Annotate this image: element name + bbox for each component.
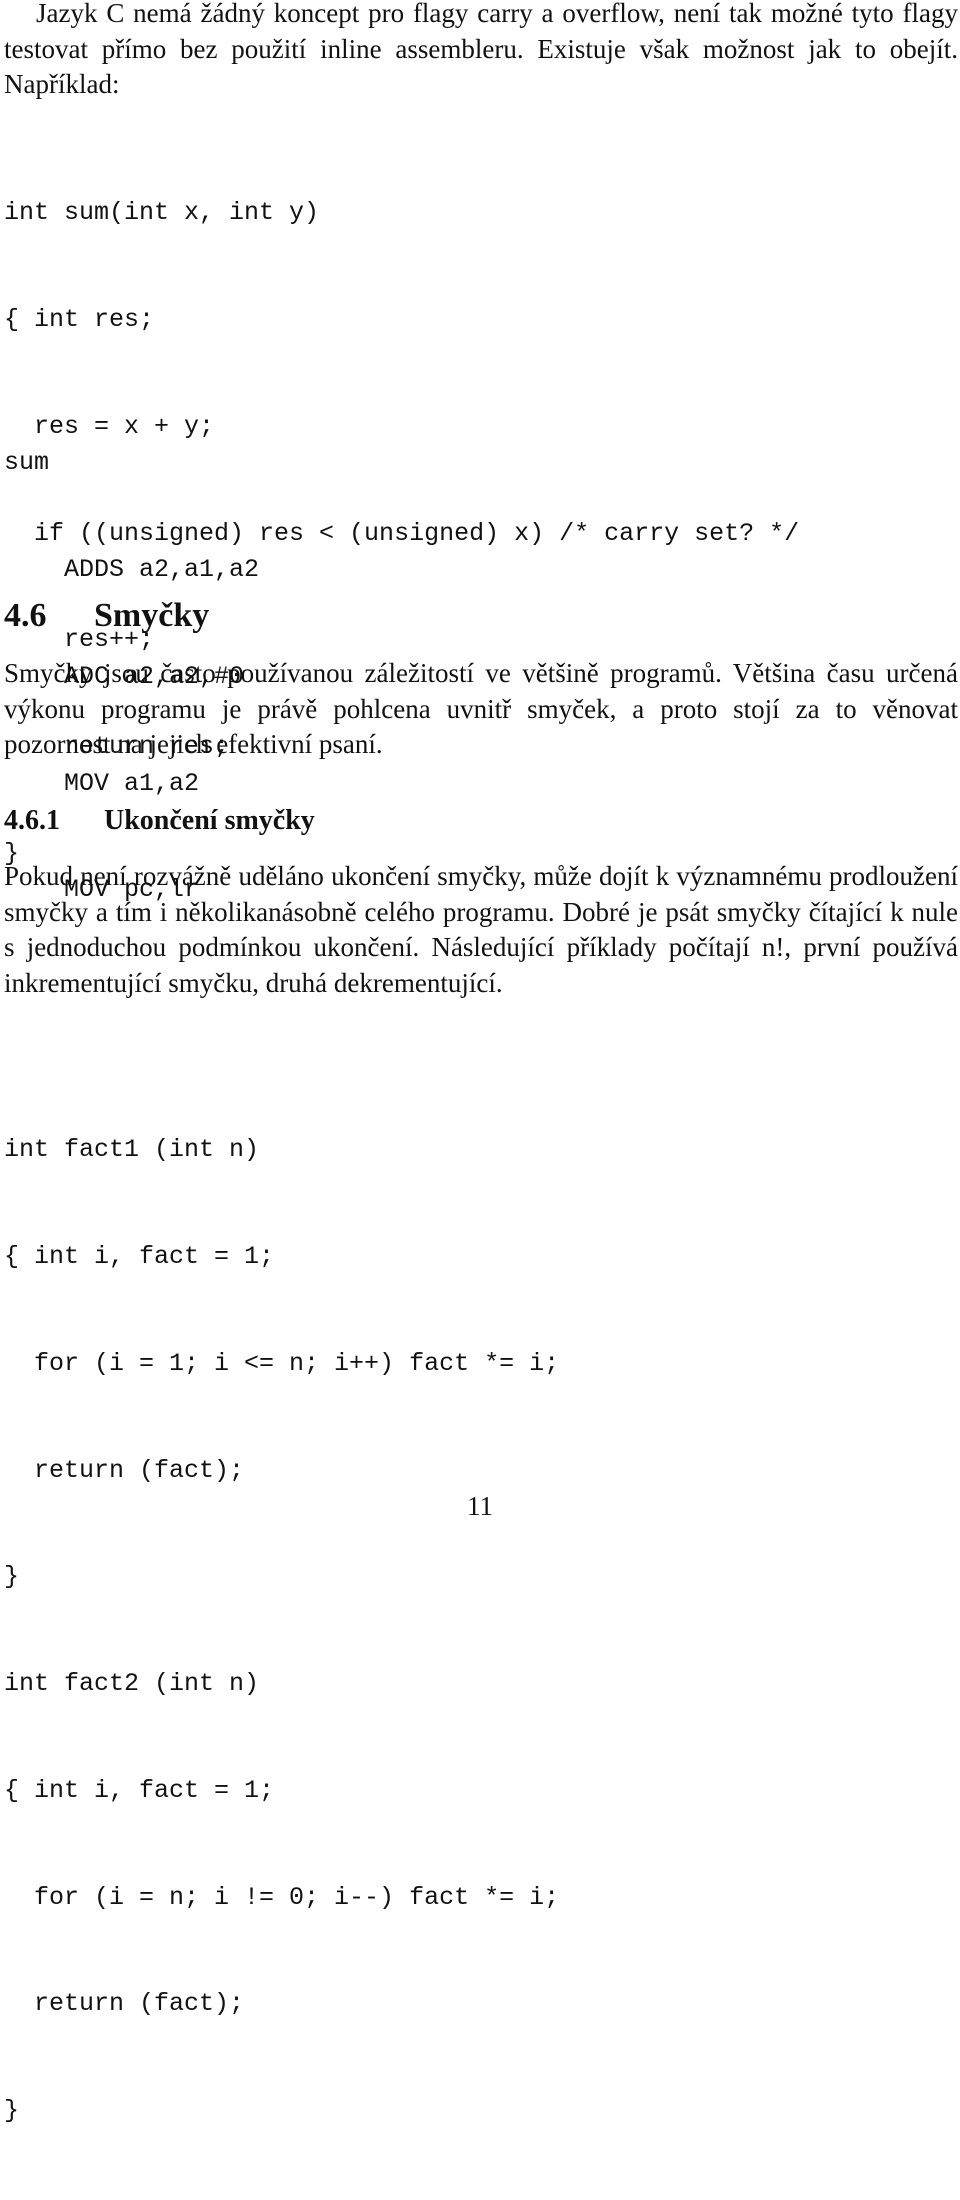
document-page: Jazyk C nemá žádný koncept pro flagy car…: [0, 0, 960, 2125]
page-number: 11: [467, 1491, 493, 1521]
code-line: }: [4, 1562, 20, 1592]
code-line: return (fact);: [4, 1455, 245, 1485]
section-number: 4.6: [4, 597, 47, 634]
subsection-heading: 4.6.1 Ukončení smyčky: [4, 802, 315, 840]
code-line: { int i, fact = 1;: [4, 1775, 275, 1805]
subsection-number: 4.6.1: [4, 805, 60, 836]
code-line: }: [4, 2096, 20, 2126]
subsection-title: Ukončení smyčky: [104, 805, 315, 836]
code-line: int fact2 (int n): [4, 1669, 260, 1699]
code-line: for (i = n; i != 0; i--) fact *= i;: [4, 1882, 560, 1912]
code-line: ADDS a2,a1,a2: [4, 554, 260, 584]
code-line: { int res;: [4, 304, 155, 334]
code-line: for (i = 1; i <= n; i++) fact *= i;: [4, 1348, 560, 1378]
code-block-factorial: int fact1 (int n) { int i, fact = 1; for…: [4, 1061, 559, 2200]
code-line: MOV a1,a2: [4, 768, 200, 798]
code-line: { int i, fact = 1;: [4, 1241, 275, 1271]
section-heading: 4.6 Smyčky: [4, 594, 209, 638]
intro-paragraph: Jazyk C nemá žádný koncept pro flagy car…: [4, 0, 958, 100]
code-line: return (fact);: [4, 1989, 245, 2019]
code-line: int fact1 (int n): [4, 1135, 260, 1165]
section-paragraph: Smyčky jsou často používanou záležitostí…: [4, 658, 958, 760]
subsection-paragraph: Pokud není rozvážně uděláno ukončení smy…: [4, 861, 958, 998]
code-line: int sum(int x, int y): [4, 198, 320, 228]
section-title: Smyčky: [94, 597, 210, 634]
code-line: sum: [4, 448, 50, 478]
